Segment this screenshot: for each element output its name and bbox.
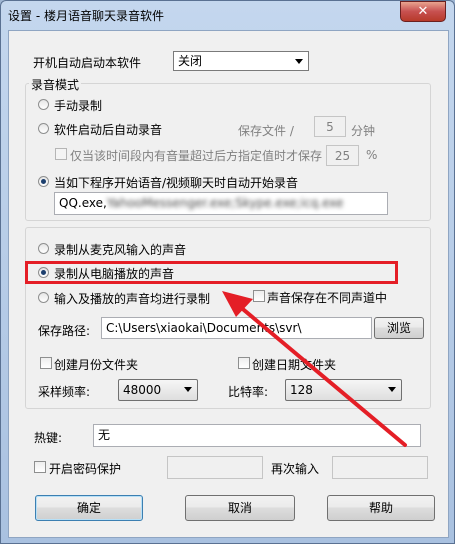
settings-window: 设置 - 楼月语音聊天录音软件 ✕ 开机自动启动本软件 关闭 录音模式 手动录制… bbox=[0, 0, 455, 544]
annotation-arrow-icon bbox=[222, 291, 407, 447]
